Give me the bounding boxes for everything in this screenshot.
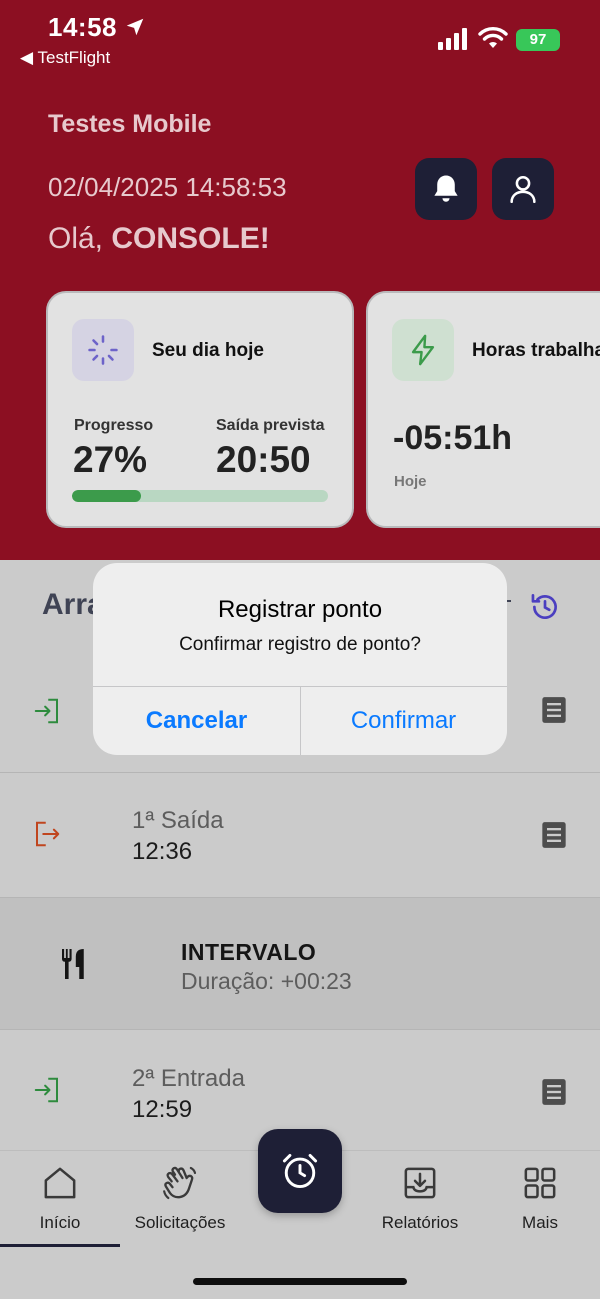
entry-icon <box>34 698 58 724</box>
confirm-dialog: Registrar ponto Confirmar registro de po… <box>93 563 507 755</box>
bell-icon <box>434 175 458 202</box>
tab-label: Solicitações <box>134 1213 226 1232</box>
document-icon[interactable] <box>541 696 567 724</box>
hours-period-label: Hoje <box>394 473 427 490</box>
history-icon[interactable] <box>528 590 562 624</box>
interval-label: INTERVALO <box>181 939 317 965</box>
location-arrow-icon <box>126 18 144 36</box>
tab-mais[interactable]: Mais <box>480 1151 600 1247</box>
greeting-name: CONSOLE! <box>111 222 270 255</box>
tab-relatorios[interactable]: Relatórios <box>360 1151 480 1247</box>
entry-icon <box>34 1077 58 1103</box>
hand-wave-icon <box>163 1166 197 1200</box>
progress-bar <box>72 490 328 502</box>
confirm-button[interactable]: Confirmar <box>300 687 507 755</box>
today-icon-box <box>72 319 134 381</box>
tab-label: Relatórios <box>381 1213 459 1232</box>
greeting-prefix: Olá, <box>48 222 112 255</box>
status-time: 14:58 <box>48 12 117 42</box>
progress-value: 27% <box>73 439 148 480</box>
today-card[interactable]: Seu dia hoje Progresso 27% Saída previst… <box>46 291 354 528</box>
hours-worked-card[interactable]: Horas trabalha -05:51h Hoje <box>366 291 600 528</box>
download-tray-icon <box>404 1167 436 1199</box>
header: 14:58 ◀ TestFlight 97 Testes Mobile 02/0… <box>0 0 600 560</box>
tab-label: Início <box>39 1213 81 1232</box>
today-card-title: Seu dia hoje <box>152 340 264 361</box>
lightning-icon <box>411 334 435 366</box>
user-icon <box>510 175 536 204</box>
tab-label: Mais <box>522 1213 558 1232</box>
progress-label: Progresso <box>74 417 154 434</box>
list-item-first-exit[interactable]: 1ª Saída 12:36 <box>0 773 600 898</box>
interval-duration: Duração: +00:23 <box>181 968 352 994</box>
back-to-testflight-link[interactable]: ◀ TestFlight <box>20 48 110 68</box>
document-icon[interactable] <box>541 821 567 849</box>
hours-card-title: Horas trabalha <box>472 340 600 361</box>
status-bar: 14:58 ◀ TestFlight 97 <box>0 0 600 80</box>
current-datetime: 02/04/2025 14:58:53 <box>48 172 287 202</box>
document-icon[interactable] <box>541 1078 567 1106</box>
tab-solicitacoes[interactable]: Solicitações <box>120 1151 240 1247</box>
entry-name: 1ª Saída <box>132 807 224 834</box>
expected-exit-value: 20:50 <box>216 439 311 480</box>
entry-name: 2ª Entrada <box>132 1065 245 1092</box>
notifications-button[interactable] <box>415 158 477 220</box>
progress-bar-fill <box>72 490 142 502</box>
hours-icon-box <box>392 319 454 381</box>
hours-worked-value: -05:51h <box>393 419 513 457</box>
greeting: Olá, CONSOLE! <box>48 222 270 256</box>
app-title: Testes Mobile <box>48 110 212 138</box>
tab-inicio[interactable]: Início <box>0 1151 120 1247</box>
home-indicator[interactable] <box>193 1278 407 1285</box>
exit-icon <box>36 821 60 847</box>
grid-icon <box>524 1167 556 1199</box>
battery-indicator: 97 <box>516 29 560 51</box>
list-item-interval: INTERVALO Duração: +00:23 <box>0 898 600 1030</box>
register-punch-button[interactable] <box>258 1129 342 1213</box>
alarm-clock-icon <box>282 1153 318 1189</box>
home-icon <box>44 1167 76 1199</box>
dialog-title: Registrar ponto <box>217 596 383 623</box>
cancel-button[interactable]: Cancelar <box>93 687 300 755</box>
entry-time: 12:36 <box>132 838 193 865</box>
wifi-icon <box>478 27 508 48</box>
profile-button[interactable] <box>492 158 554 220</box>
fork-knife-icon <box>62 949 84 979</box>
loading-spinner-icon <box>88 335 118 365</box>
expected-exit-label: Saída prevista <box>216 417 325 434</box>
dialog-message: Confirmar registro de ponto? <box>179 634 421 655</box>
cellular-signal-icon <box>438 28 467 50</box>
active-tab-indicator <box>0 1244 120 1247</box>
entry-time: 12:59 <box>132 1096 193 1123</box>
